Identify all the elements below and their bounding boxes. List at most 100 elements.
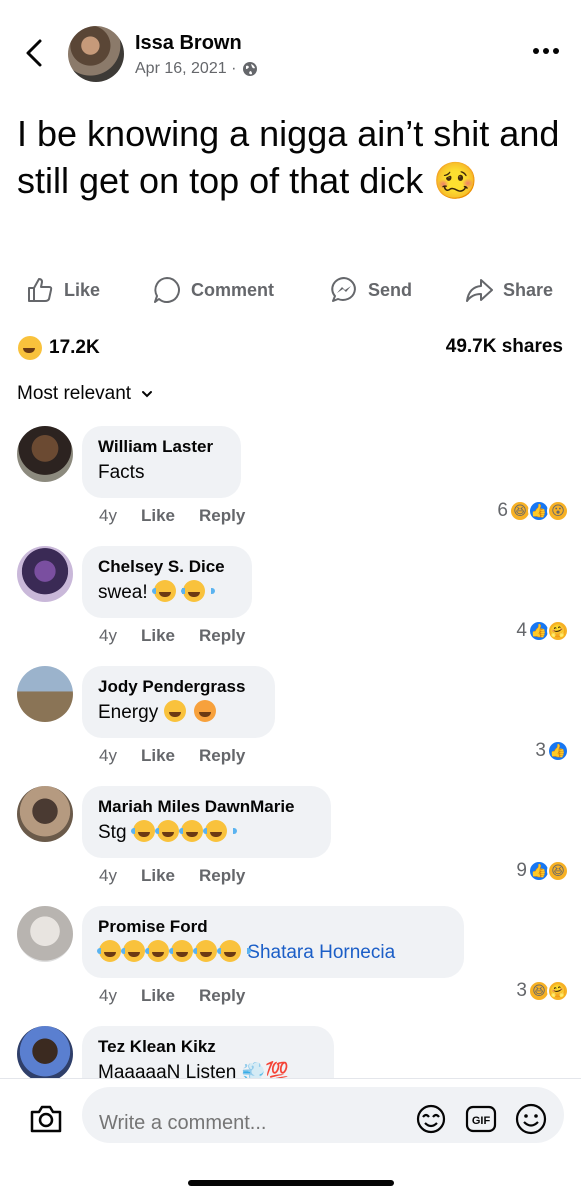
haha-reaction-icon (18, 336, 42, 360)
comment-sort-dropdown[interactable]: Most relevant (17, 383, 153, 405)
share-button[interactable]: Share (465, 276, 553, 304)
comment-reaction-count: 3 (535, 740, 546, 761)
comment-actions: 4y Like Reply (99, 626, 245, 646)
laughing-emoji (121, 940, 155, 962)
comment-like-button[interactable]: Like (141, 626, 175, 646)
commenter-name[interactable]: Mariah Miles DawnMarie (98, 796, 315, 818)
comment-bubble[interactable]: Mariah Miles DawnMarie Stg (82, 786, 331, 858)
like-button[interactable]: Like (26, 276, 100, 304)
comment-reaction-count: 6 (497, 500, 508, 521)
laughing-emoji (202, 820, 237, 842)
commenter-avatar[interactable] (17, 666, 73, 722)
commenter-avatar[interactable] (17, 786, 73, 842)
comment-actions: 4y Like Reply (99, 986, 245, 1006)
messenger-icon (331, 277, 356, 302)
comment-button[interactable]: Comment (153, 276, 274, 304)
comment-time: 4y (99, 746, 117, 765)
laughing-emoji (151, 580, 186, 602)
comment-item: Promise Ford Shatara Hornecia 4y Like Reply… (0, 906, 581, 1016)
comment-bubble[interactable]: William Laster Facts (82, 426, 241, 498)
comment-reply-button[interactable]: Reply (199, 986, 245, 1006)
commenter-avatar[interactable] (17, 906, 73, 962)
comment-item: Tez Klean Kikz MaaaaaN Listen 💨💯 (0, 1026, 581, 1078)
commenter-name[interactable]: Promise Ford (98, 916, 448, 938)
laughing-emoji (178, 820, 213, 842)
comment-actions: 4y Like Reply (99, 866, 245, 886)
globe-icon (243, 62, 258, 76)
commenter-avatar[interactable] (17, 426, 73, 482)
comment-bubble[interactable]: Jody Pendergrass Energy (82, 666, 275, 738)
post-date: Apr 16, 2021 · (135, 60, 237, 77)
comment-reaction-count: 9 (516, 860, 527, 881)
comment-reply-button[interactable]: Reply (199, 506, 245, 526)
commenter-name[interactable]: Jody Pendergrass (98, 676, 259, 698)
comment-time: 4y (99, 986, 117, 1005)
comment-reply-button[interactable]: Reply (199, 746, 245, 766)
comment-item: Chelsey S. Dice swea! 4y Like Reply 4 👍 🤗 (0, 546, 581, 656)
home-indicator (188, 1180, 394, 1186)
commenter-avatar[interactable] (17, 1026, 73, 1078)
comment-time: 4y (99, 626, 117, 645)
comment-reactions[interactable]: 3 😆 🤗 (516, 980, 569, 1002)
comment-like-button[interactable]: Like (141, 986, 175, 1006)
author-avatar[interactable] (68, 26, 124, 82)
comment-reactions[interactable]: 4 👍 🤗 (516, 620, 569, 642)
emoji-icon[interactable] (514, 1102, 548, 1136)
comment-reply-button[interactable]: Reply (199, 626, 245, 646)
commenter-avatar[interactable] (17, 546, 73, 602)
share-count[interactable]: 49.7K shares (446, 336, 563, 358)
comment-bubble[interactable]: Promise Ford Shatara Hornecia (82, 906, 464, 978)
gif-icon[interactable]: GIF (464, 1102, 498, 1136)
comment-bubble-icon (154, 277, 180, 303)
comment-bubble[interactable]: Tez Klean Kikz MaaaaaN Listen 💨💯 (82, 1026, 334, 1078)
post-text: I be knowing a nigga ain’t shit and stil… (17, 113, 560, 201)
laughing-emoji (181, 580, 216, 602)
back-arrow-icon[interactable] (20, 38, 48, 68)
comment-time: 4y (99, 866, 117, 885)
post-meta: Apr 16, 2021 · (135, 60, 258, 78)
laughing-emoji (217, 940, 251, 962)
camera-icon[interactable] (28, 1101, 64, 1137)
laughing-emoji (130, 820, 165, 842)
care-reaction-icon: 🤗 (547, 620, 569, 642)
laughing-emoji (154, 820, 189, 842)
commenter-name[interactable]: Tez Klean Kikz (98, 1036, 318, 1058)
reaction-summary[interactable]: 17.2K (17, 336, 100, 360)
comment-like-button[interactable]: Like (141, 866, 175, 886)
avatar-sticker-icon[interactable] (414, 1102, 448, 1136)
haha-reaction-icon: 😆 (547, 860, 569, 882)
comment-text: Energy (98, 700, 259, 726)
comment-reactions[interactable]: 6 😆 👍 😮 (497, 500, 569, 522)
comment-like-button[interactable]: Like (141, 746, 175, 766)
commenter-name[interactable]: Chelsey S. Dice (98, 556, 236, 578)
comment-text: swea! (98, 580, 236, 606)
laughing-emoji (193, 940, 227, 962)
comment-time: 4y (99, 506, 117, 525)
commenter-name[interactable]: William Laster (98, 436, 225, 458)
comment-reactions[interactable]: 3 👍 (535, 740, 569, 762)
comment-composer: GIF (0, 1078, 581, 1158)
comment-reaction-count: 3 (516, 980, 527, 1001)
send-button[interactable]: Send (330, 276, 412, 304)
rolling-laughing-emoji (164, 700, 187, 722)
laughing-emoji (169, 940, 203, 962)
comment-like-button[interactable]: Like (141, 506, 175, 526)
author-name[interactable]: Issa Brown (135, 32, 242, 55)
laughing-emoji (145, 940, 179, 962)
comment-reply-button[interactable]: Reply (199, 866, 245, 886)
post-header: Issa Brown Apr 16, 2021 · (0, 0, 581, 100)
comment-bubble[interactable]: Chelsey S. Dice swea! (82, 546, 252, 618)
comment-reaction-count: 4 (516, 620, 527, 641)
comment-mention[interactable]: Shatara Hornecia (247, 942, 395, 963)
comment-text: MaaaaaN Listen 💨💯 (98, 1062, 289, 1078)
comment-text: Shatara Hornecia (97, 940, 448, 966)
comment-actions: 4y Like Reply (99, 746, 245, 766)
comment-item: Jody Pendergrass Energy 4y Like Reply 3 👍 (0, 666, 581, 776)
comment-text: Facts (98, 462, 145, 483)
hearts-face-emoji (193, 700, 216, 722)
comment-reactions[interactable]: 9 👍 😆 (516, 860, 569, 882)
comment-item: William Laster Facts 4y Like Reply 6 😆 👍 😮 (0, 426, 581, 536)
post-action-bar: Like Comment Send Share (0, 272, 581, 312)
post-stats: 17.2K 49.7K shares (0, 334, 581, 364)
more-options-icon[interactable] (531, 46, 561, 56)
